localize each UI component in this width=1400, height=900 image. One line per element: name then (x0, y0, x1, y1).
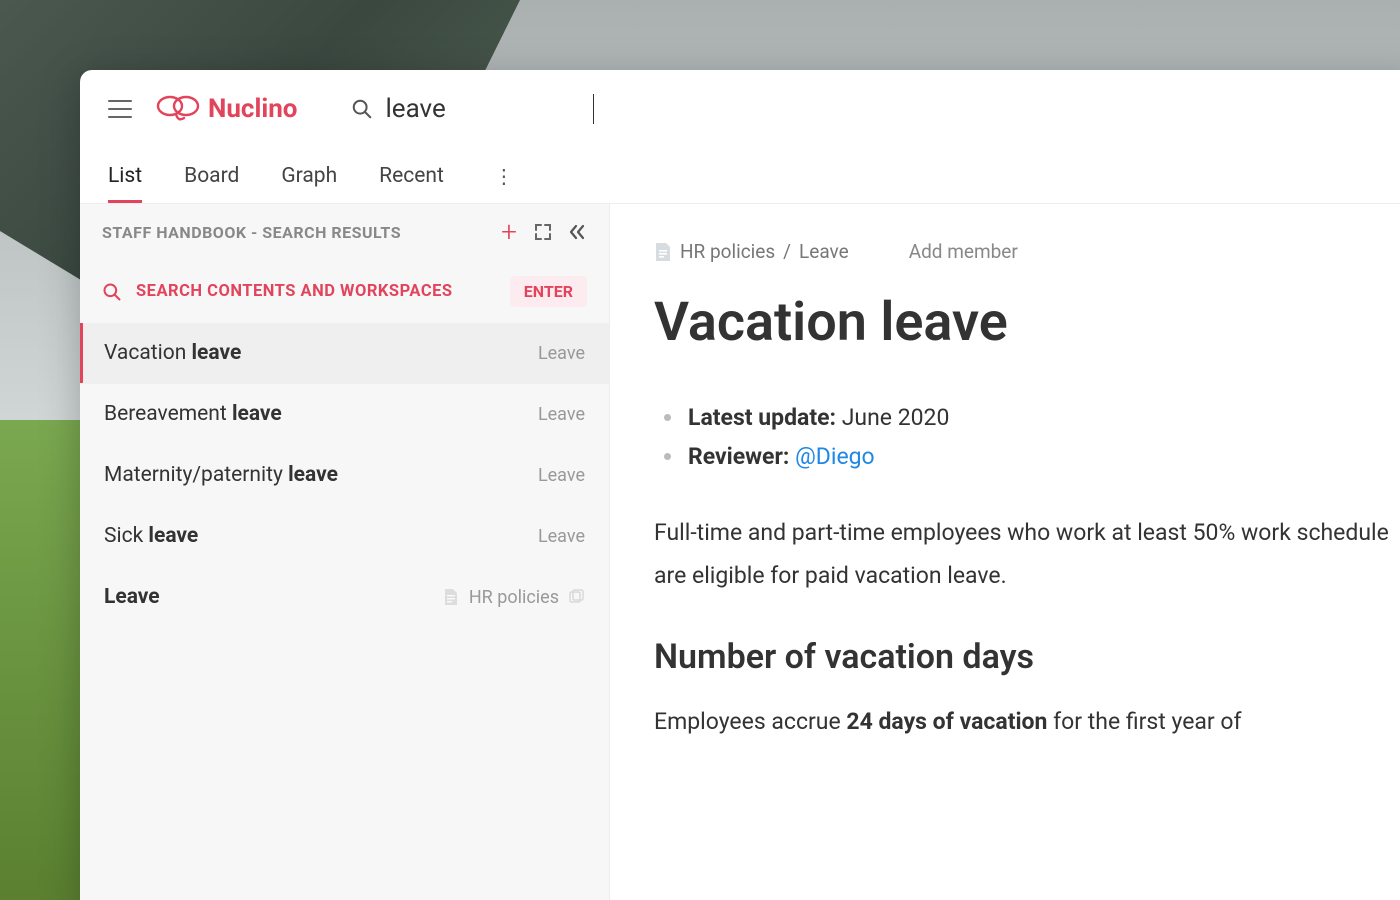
tab-board[interactable]: Board (184, 150, 239, 202)
result-title: Sick leave (104, 524, 198, 548)
collection-icon (569, 589, 585, 605)
expand-button[interactable] (533, 222, 553, 242)
section-heading: Number of vacation days (654, 637, 1400, 677)
search-icon (102, 282, 122, 302)
sidebar-header: STAFF HANDBOOK - SEARCH RESULTS + (80, 204, 609, 260)
search-contents-label: SEARCH CONTENTS AND WORKSPACES (136, 282, 496, 301)
menu-button[interactable] (108, 100, 132, 118)
sidebar: STAFF HANDBOOK - SEARCH RESULTS + SEARCH… (80, 204, 610, 900)
breadcrumb-sep: / (783, 240, 791, 263)
user-mention[interactable]: @Diego (795, 443, 875, 470)
tab-list[interactable]: List (108, 150, 142, 202)
doc-paragraph: Full-time and part-time employees who wo… (654, 512, 1400, 597)
sidebar-header-title: STAFF HANDBOOK - SEARCH RESULTS (102, 223, 485, 242)
result-title: Vacation leave (104, 341, 241, 365)
brand[interactable]: Nuclino (156, 94, 297, 124)
search-result[interactable]: Sick leave Leave (80, 506, 609, 567)
brand-logo-icon (156, 94, 200, 124)
tab-recent[interactable]: Recent (379, 150, 444, 202)
breadcrumb-current: Leave (799, 240, 849, 263)
view-tabs: List Board Graph Recent ⋮ (80, 148, 1400, 204)
search-result[interactable]: Leave HR policies (80, 567, 609, 628)
app-window: Nuclino List Board Graph Recent ⋮ STAFF … (80, 70, 1400, 900)
meta-reviewer: Reviewer: @Diego (654, 437, 1400, 476)
document-icon (654, 242, 672, 262)
topbar: Nuclino (80, 70, 1400, 148)
search-result[interactable]: Bereavement leave Leave (80, 384, 609, 445)
search-contents-action[interactable]: SEARCH CONTENTS AND WORKSPACES ENTER (80, 260, 609, 323)
search-input[interactable] (385, 94, 585, 124)
search-icon (351, 98, 373, 120)
result-title: Bereavement leave (104, 402, 282, 426)
page-title: Vacation leave (654, 291, 1400, 354)
result-category: HR policies (443, 587, 585, 608)
text-cursor (593, 94, 594, 124)
doc-paragraph: Employees accrue 24 days of vacation for… (654, 701, 1400, 744)
breadcrumb[interactable]: HR policies / Leave (654, 240, 849, 263)
breadcrumb-parent: HR policies (680, 240, 775, 263)
add-item-button[interactable]: + (499, 222, 519, 242)
result-category: Leave (538, 526, 585, 547)
collapse-sidebar-button[interactable] (567, 222, 587, 242)
search-result[interactable]: Vacation leave Leave (80, 323, 609, 384)
search-box[interactable] (351, 94, 594, 124)
result-category: Leave (538, 343, 585, 364)
enter-key-badge: ENTER (510, 276, 587, 307)
document-icon (443, 588, 459, 606)
doc-meta-list: Latest update: June 2020 Reviewer: @Dieg… (654, 398, 1400, 476)
document-content: HR policies / Leave Add member Vacation … (610, 204, 1400, 900)
tabs-more-button[interactable]: ⋮ (486, 156, 522, 196)
result-title: Leave (104, 585, 160, 609)
result-title: Maternity/paternity leave (104, 463, 338, 487)
workspace: STAFF HANDBOOK - SEARCH RESULTS + SEARCH… (80, 204, 1400, 900)
result-category: Leave (538, 404, 585, 425)
add-member-button[interactable]: Add member (909, 240, 1018, 263)
search-result[interactable]: Maternity/paternity leave Leave (80, 445, 609, 506)
result-category: Leave (538, 465, 585, 486)
brand-name: Nuclino (208, 94, 297, 124)
tab-graph[interactable]: Graph (281, 150, 337, 202)
meta-latest-update: Latest update: June 2020 (654, 398, 1400, 437)
